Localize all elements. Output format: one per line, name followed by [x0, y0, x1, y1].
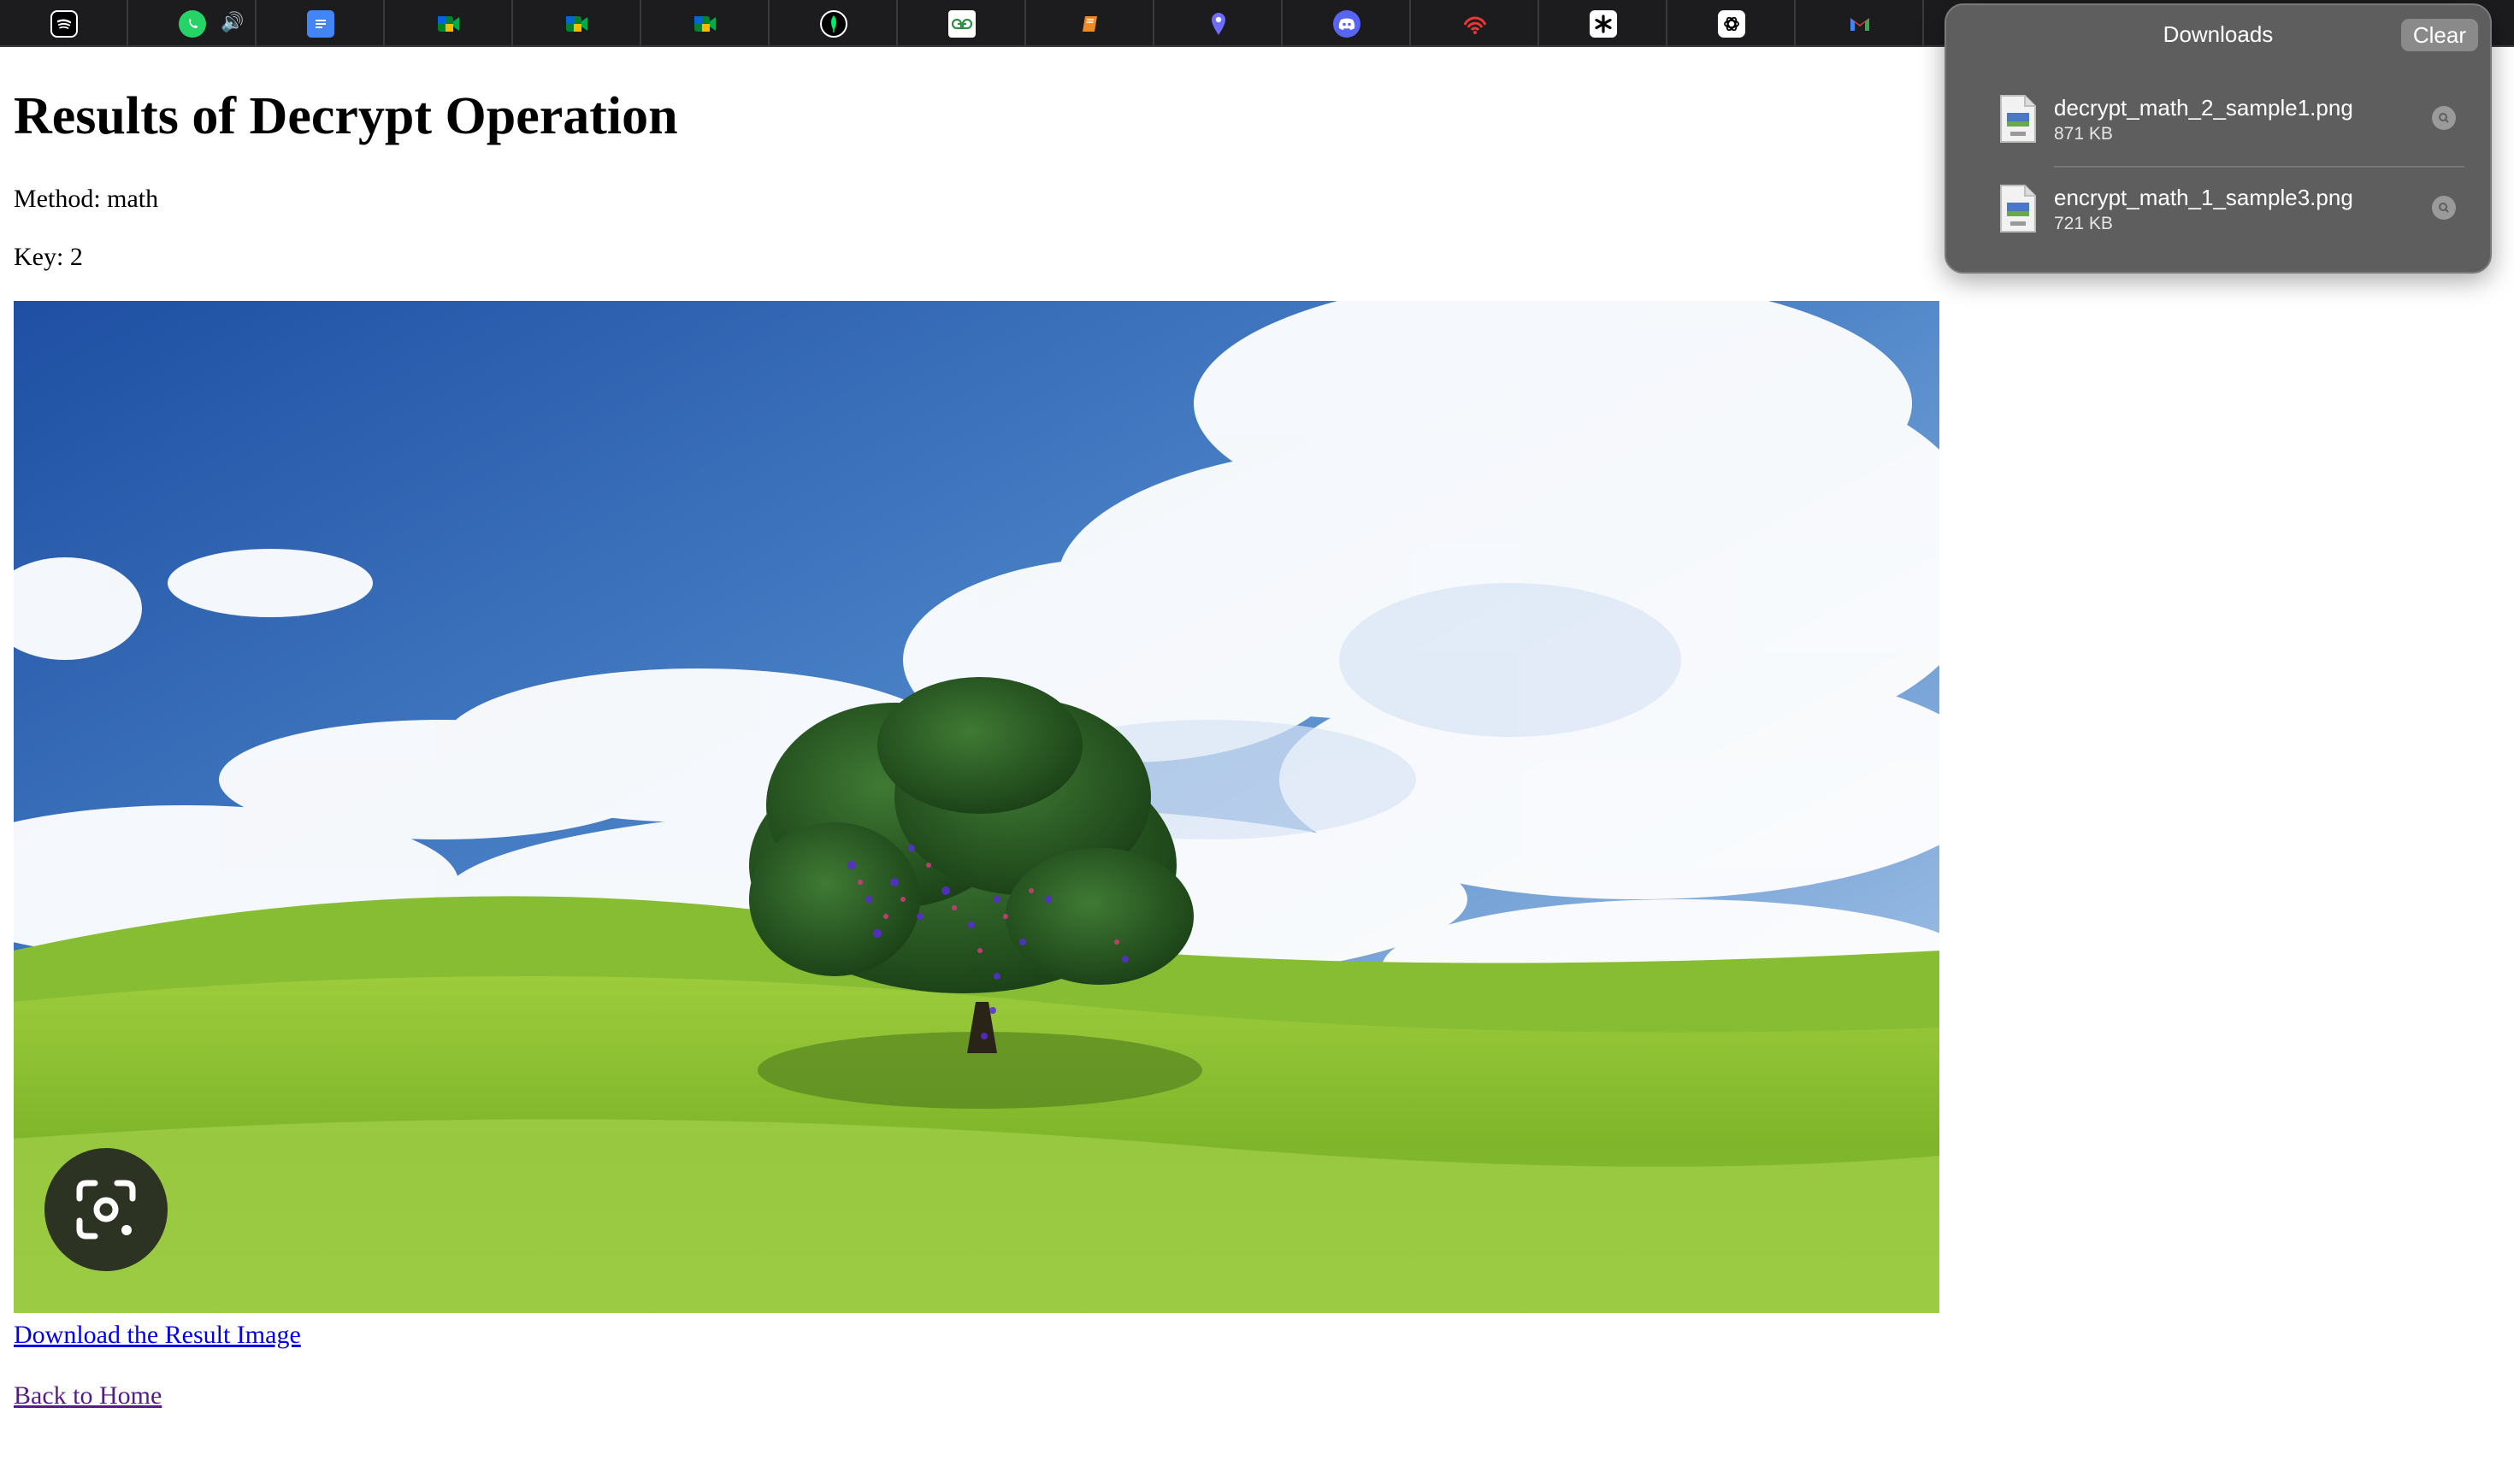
method-text: Method: math: [14, 185, 159, 213]
asterisk-icon: [1590, 10, 1617, 38]
google-meet-icon: [564, 10, 591, 38]
whatsapp-icon: [179, 10, 206, 38]
tab-spotify[interactable]: [0, 0, 128, 47]
tab-books[interactable]: [1026, 0, 1154, 47]
tab-google-meet-3[interactable]: [641, 0, 770, 47]
gmail-icon: [1846, 10, 1874, 38]
png-file-icon: [2000, 95, 2036, 143]
tab-whatsapp[interactable]: 🔊: [128, 0, 257, 47]
tab-gmail[interactable]: [1796, 0, 1924, 47]
download-filename: encrypt_math_1_sample3.png: [2054, 185, 2353, 210]
location-pin-icon: [1205, 10, 1232, 38]
tab-chatgpt[interactable]: [1667, 0, 1796, 47]
google-lens-button[interactable]: [44, 1148, 168, 1271]
downloads-popover: Downloads Clear decrypt_math_2_sample1.p…: [1945, 3, 2492, 274]
download-filesize: 871 KB: [2054, 124, 2113, 144]
key-text: Key: 2: [14, 243, 83, 271]
google-meet-icon: [435, 10, 463, 38]
tab-discord[interactable]: [1283, 0, 1411, 47]
page-title: Results of Decrypt Operation: [14, 87, 678, 145]
divider: [2054, 166, 2464, 168]
lens-camera-icon: [76, 1180, 136, 1240]
google-meet-icon: [692, 10, 719, 38]
tab-google-docs[interactable]: [257, 0, 385, 47]
result-image: [14, 301, 1939, 1313]
download-item[interactable]: encrypt_math_1_sample3.png 721 KB: [1946, 174, 2490, 259]
back-to-home-link[interactable]: Back to Home: [14, 1379, 162, 1413]
tab-google-meet-2[interactable]: [513, 0, 641, 47]
mongodb-icon: [820, 10, 847, 38]
download-result-link[interactable]: Download the Result Image: [14, 1318, 301, 1352]
download-filesize: 721 KB: [2054, 214, 2113, 233]
png-file-icon: [2000, 185, 2036, 233]
download-item[interactable]: decrypt_math_2_sample1.png 871 KB: [1946, 84, 2490, 169]
openai-icon: [1718, 10, 1745, 38]
discord-icon: [1333, 10, 1360, 38]
spotify-icon: [50, 10, 78, 38]
tab-geeksforgeeks[interactable]: [898, 0, 1026, 47]
tab-google-meet-1[interactable]: [385, 0, 513, 47]
google-docs-icon: [307, 10, 334, 38]
wifi-red-icon: [1461, 10, 1489, 38]
magnifier-icon[interactable]: [2432, 106, 2456, 130]
tab-location[interactable]: [1154, 0, 1283, 47]
tab-asterisk-app[interactable]: [1539, 0, 1667, 47]
download-filename: decrypt_math_2_sample1.png: [2054, 95, 2353, 121]
tab-podcast[interactable]: [1411, 0, 1539, 47]
magnifier-icon[interactable]: [2432, 196, 2456, 220]
geeksforgeeks-icon: [948, 10, 976, 38]
tab-mongodb[interactable]: [770, 0, 898, 47]
book-icon: [1077, 10, 1104, 38]
speaker-icon[interactable]: 🔊: [221, 12, 244, 33]
clear-downloads-button[interactable]: Clear: [2400, 19, 2478, 51]
